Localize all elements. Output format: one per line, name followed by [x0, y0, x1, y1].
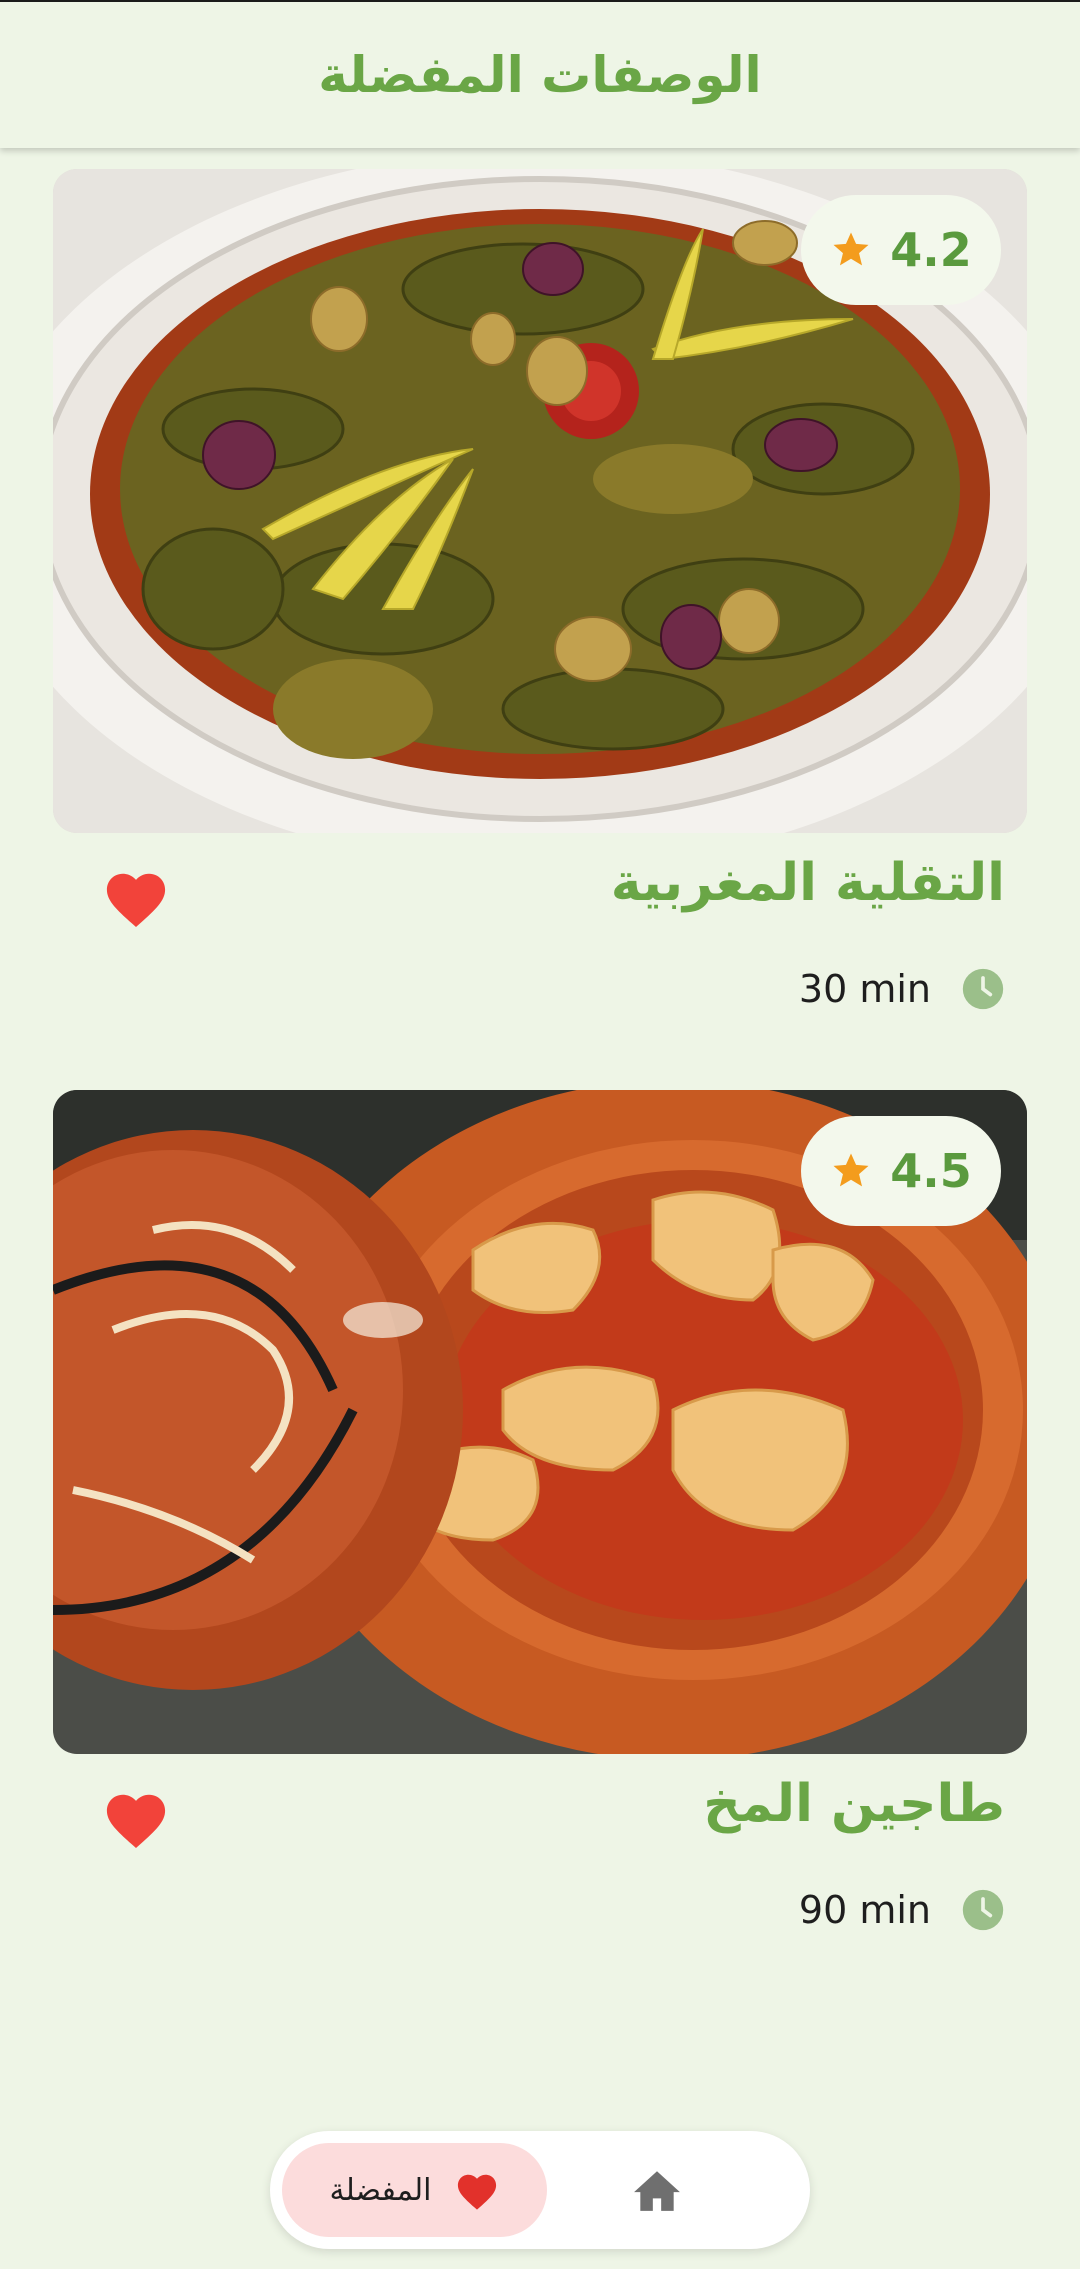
rating-badge: 4.2	[801, 195, 1001, 305]
recipe-title[interactable]: التقلية المغربية	[611, 853, 1005, 913]
star-icon	[833, 1153, 869, 1187]
cook-time: 90 min	[799, 1888, 1005, 1932]
clock-icon	[962, 1889, 1004, 1931]
recipe-card[interactable]: 4.5 طاجين المخ 90 min	[53, 1090, 1027, 1994]
cook-time-text: 90 min	[798, 1888, 931, 1932]
recipe-title[interactable]: طاجين المخ	[703, 1774, 1005, 1834]
cook-time: 30 min	[799, 967, 1005, 1011]
page-title: الوصفات المفضلة	[318, 46, 762, 104]
cook-time-text: 30 min	[798, 967, 931, 1011]
clock-icon	[962, 968, 1004, 1010]
app-bar: الوصفات المفضلة	[0, 0, 1080, 148]
star-icon	[833, 232, 869, 266]
bottom-nav: المفضلة	[270, 2131, 810, 2249]
rating-badge: 4.5	[801, 1116, 1001, 1226]
heart-icon[interactable]	[101, 1786, 171, 1850]
recipe-image[interactable]: 4.2	[53, 169, 1027, 833]
nav-favorites-label: المفضلة	[329, 2172, 432, 2208]
rating-value: 4.5	[890, 1144, 972, 1198]
home-icon	[634, 2171, 680, 2211]
recipe-info: التقلية المغربية 30 min	[53, 833, 1027, 1073]
recipe-card[interactable]: 4.2 التقلية المغربية 30 min	[53, 169, 1027, 1073]
recipe-image[interactable]: 4.5	[53, 1090, 1027, 1754]
nav-home-button[interactable]	[620, 2153, 694, 2227]
heart-icon	[457, 2174, 496, 2210]
heart-icon[interactable]	[101, 865, 171, 929]
nav-favorites-button[interactable]: المفضلة	[282, 2143, 547, 2237]
recipe-info: طاجين المخ 90 min	[53, 1754, 1027, 1994]
rating-value: 4.2	[890, 223, 972, 277]
